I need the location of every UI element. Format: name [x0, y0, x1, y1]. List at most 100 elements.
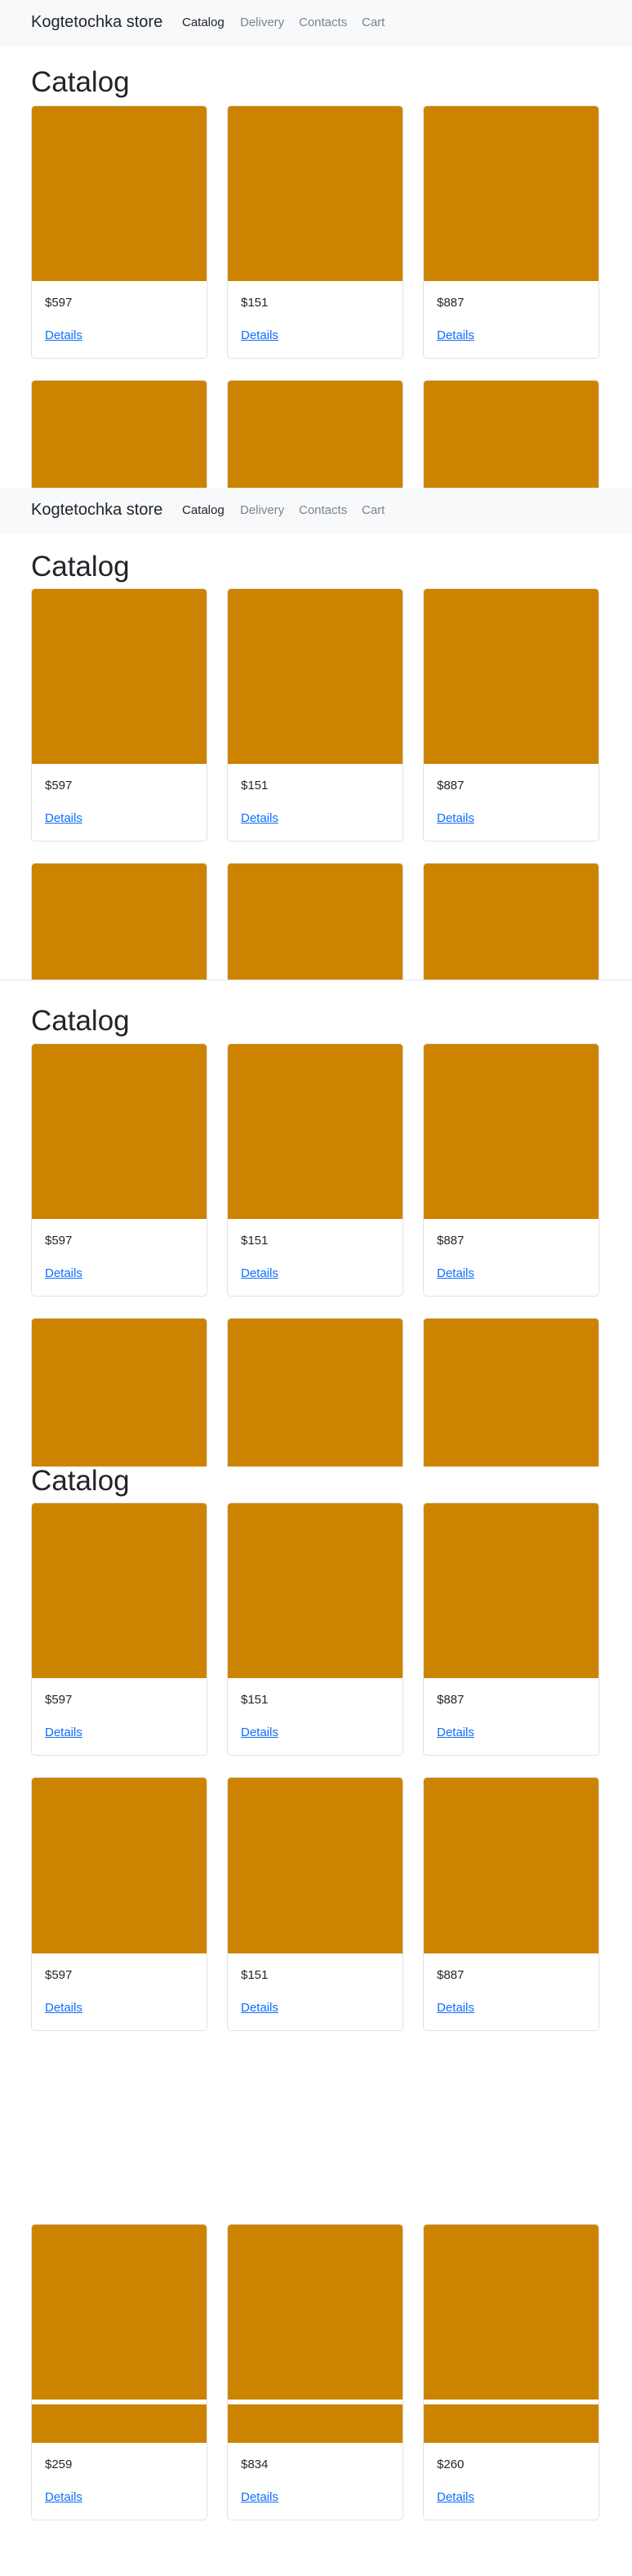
details-link[interactable]: Details: [437, 2490, 474, 2504]
product-image: [228, 381, 403, 488]
product-image: [228, 1319, 403, 1467]
product-price: $151: [241, 1968, 269, 1982]
details-link[interactable]: Details: [241, 2001, 278, 2015]
product-card: $887 Details: [423, 105, 599, 359]
product-price: $887: [437, 779, 465, 792]
product-card: $151 Details: [227, 1502, 403, 1756]
product-image: [424, 864, 599, 980]
product-card: $597 Details: [31, 105, 207, 359]
product-card: $260: [423, 2224, 599, 2404]
details-link[interactable]: Details: [437, 2001, 474, 2015]
product-image: [228, 1951, 403, 1953]
product-card: [227, 1777, 403, 1951]
product-card: [423, 1777, 599, 1951]
product-card: $597 Details: [31, 1951, 207, 2031]
product-image: [228, 1044, 403, 1219]
product-image: [32, 589, 207, 764]
details-link[interactable]: Details: [241, 1266, 278, 1280]
page-title: Catalog: [31, 66, 130, 98]
product-price: $597: [45, 1968, 73, 1982]
product-image: [424, 1044, 599, 1219]
product-card: $260 Details: [423, 2404, 599, 2520]
product-image: [32, 2225, 207, 2400]
page-segment: $259 Details $834 Details $260 Details: [0, 2404, 632, 2576]
product-image: [424, 1503, 599, 1678]
product-card: $887 Details: [423, 1951, 599, 2031]
nav-link-catalog[interactable]: Catalog: [182, 503, 225, 517]
details-link[interactable]: Details: [437, 811, 474, 825]
page-segment: $597 Details $151 Details $887 Details $…: [0, 1951, 632, 2404]
product-card: $887 Details: [423, 1502, 599, 1756]
details-link[interactable]: Details: [45, 811, 82, 825]
product-image: [424, 1778, 599, 1951]
page-title: Catalog: [31, 551, 130, 583]
details-link[interactable]: Details: [437, 328, 474, 342]
product-card: [31, 863, 207, 980]
nav-link-contacts[interactable]: Contacts: [299, 16, 347, 29]
product-image: [228, 589, 403, 764]
product-card: $887 Details: [423, 1043, 599, 1297]
nav-link-delivery[interactable]: Delivery: [240, 503, 284, 517]
product-image: [32, 864, 207, 980]
nav-link-delivery[interactable]: Delivery: [240, 16, 284, 29]
product-image: [424, 2225, 599, 2400]
product-card: $597 Details: [31, 588, 207, 842]
product-card: $887 Details: [423, 588, 599, 842]
details-link[interactable]: Details: [241, 328, 278, 342]
product-card: $151 Details: [227, 1043, 403, 1297]
product-image: [228, 1503, 403, 1678]
page-title: Catalog: [31, 1467, 130, 1497]
product-price: $260: [437, 2458, 465, 2471]
product-card: [31, 1777, 207, 1951]
details-link[interactable]: Details: [45, 2490, 82, 2504]
product-price: $259: [45, 2458, 73, 2471]
product-price: $887: [437, 1693, 465, 1707]
page-title: Catalog: [31, 1005, 130, 1037]
product-card: [423, 863, 599, 980]
product-card: [31, 1318, 207, 1467]
details-link[interactable]: Details: [241, 2490, 278, 2504]
product-image: [32, 1778, 207, 1951]
product-card: [227, 863, 403, 980]
product-image: [228, 2404, 403, 2443]
nav-link-cart[interactable]: Cart: [362, 503, 385, 517]
product-price: $834: [241, 2458, 269, 2471]
page-segment: Kogtetochka store Catalog Delivery Conta…: [0, 0, 632, 488]
product-price: $151: [241, 1693, 269, 1707]
product-image: [228, 2225, 403, 2400]
product-card: [423, 1318, 599, 1467]
product-card: $259: [31, 2224, 207, 2404]
product-price: $151: [241, 296, 269, 310]
product-card: $834: [227, 2224, 403, 2404]
product-card: $597 Details: [31, 1502, 207, 1756]
navbar-brand[interactable]: Kogtetochka store: [31, 13, 162, 32]
product-image: [424, 381, 599, 488]
details-link[interactable]: Details: [45, 1726, 82, 1739]
details-link[interactable]: Details: [437, 1266, 474, 1280]
details-link[interactable]: Details: [45, 1266, 82, 1280]
product-image: [228, 1778, 403, 1951]
product-card: [227, 1318, 403, 1467]
product-price: $597: [45, 1234, 73, 1248]
product-image: [424, 589, 599, 764]
navbar-brand[interactable]: Kogtetochka store: [31, 501, 162, 520]
product-image: [424, 1951, 599, 1953]
details-link[interactable]: Details: [241, 811, 278, 825]
details-link[interactable]: Details: [45, 2001, 82, 2015]
nav-link-contacts[interactable]: Contacts: [299, 503, 347, 517]
page-segment: Catalog $597 Details $151 Details $887 D…: [0, 980, 632, 1467]
product-card: $597 Details: [31, 1043, 207, 1297]
product-price: $887: [437, 1234, 465, 1248]
product-image: [32, 1503, 207, 1678]
product-card: $151 Details: [227, 1951, 403, 2031]
product-price: $597: [45, 1693, 73, 1707]
details-link[interactable]: Details: [437, 1726, 474, 1739]
product-card: [423, 380, 599, 488]
product-card: $151 Details: [227, 588, 403, 842]
nav-link-catalog[interactable]: Catalog: [182, 16, 225, 29]
product-card: [227, 380, 403, 488]
details-link[interactable]: Details: [241, 1726, 278, 1739]
details-link[interactable]: Details: [45, 328, 82, 342]
nav-link-cart[interactable]: Cart: [362, 16, 385, 29]
product-price: $597: [45, 779, 73, 792]
